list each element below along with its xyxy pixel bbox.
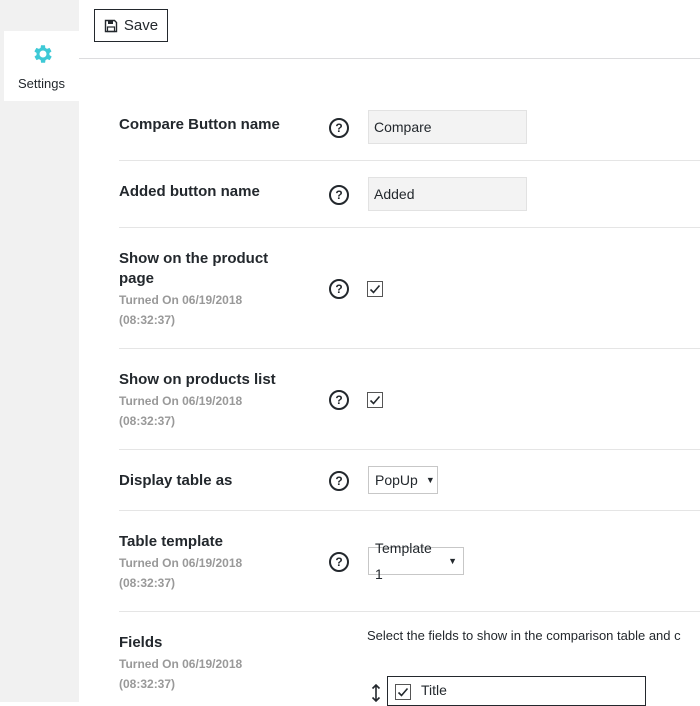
toolbar: Save: [79, 0, 700, 59]
dropdown-arrow-icon: ▼: [448, 556, 457, 566]
dropdown-arrow-icon: ▼: [425, 475, 435, 485]
status-text: Turned On 06/19/2018: [119, 556, 243, 570]
show-on-product-page-checkbox[interactable]: [367, 281, 383, 297]
floppy-disk-icon: [104, 19, 118, 32]
status-time: (08:32:37): [119, 677, 176, 691]
field-title-checkbox[interactable]: [395, 684, 411, 700]
row-divider: [119, 449, 700, 450]
save-button[interactable]: Save: [94, 9, 168, 42]
table-template-value: Template 1: [375, 540, 432, 582]
checkmark-icon: [369, 284, 381, 294]
help-icon[interactable]: ?: [329, 118, 349, 138]
compare-button-name-label: Compare Button name: [119, 116, 280, 133]
show-on-products-list-label: Show on products list: [119, 371, 276, 388]
table-template-select[interactable]: Template 1 ▼: [368, 540, 464, 582]
show-on-products-list-checkbox[interactable]: [367, 392, 383, 408]
status-text: Turned On 06/19/2018: [119, 657, 243, 671]
row-divider: [119, 160, 700, 161]
row-divider: [119, 227, 700, 228]
help-icon[interactable]: ?: [329, 390, 349, 410]
row-divider: [119, 348, 700, 349]
status-text: Turned On 06/19/2018: [119, 394, 243, 408]
status-time: (08:32:37): [119, 313, 176, 327]
gear-icon: [34, 45, 52, 63]
status-time: (08:32:37): [119, 414, 176, 428]
tab-settings[interactable]: Settings: [4, 31, 79, 101]
added-button-name-label: Added button name: [119, 183, 260, 200]
checkmark-icon: [397, 687, 409, 697]
status-text: Turned On 06/19/2018: [119, 293, 243, 307]
compare-button-name-input[interactable]: Compare: [368, 110, 527, 144]
row-divider: [119, 611, 700, 612]
tab-settings-label: Settings: [18, 76, 65, 91]
help-icon[interactable]: ?: [329, 552, 349, 572]
show-on-product-page-label-cont: page: [119, 270, 155, 287]
status-time: (08:32:37): [119, 576, 176, 590]
fields-label: Fields: [119, 634, 163, 651]
field-title-label: Title: [421, 682, 447, 698]
display-table-as-value: PopUp: [375, 472, 418, 488]
display-table-as-select[interactable]: PopUp ▼: [368, 466, 438, 494]
show-on-product-page-label: Show on the product: [119, 250, 269, 267]
drag-handle-icon[interactable]: [370, 684, 382, 702]
help-icon[interactable]: ?: [329, 279, 349, 299]
display-table-as-label: Display table as: [119, 472, 233, 489]
help-icon[interactable]: ?: [329, 471, 349, 491]
added-button-name-input[interactable]: Added: [368, 177, 527, 211]
table-template-label: Table template: [119, 533, 223, 550]
help-icon[interactable]: ?: [329, 185, 349, 205]
sidebar: Settings: [0, 0, 79, 702]
fields-description: Select the fields to show in the compari…: [367, 628, 681, 643]
save-button-label: Save: [123, 17, 159, 34]
row-divider: [119, 510, 700, 511]
checkmark-icon: [369, 395, 381, 405]
